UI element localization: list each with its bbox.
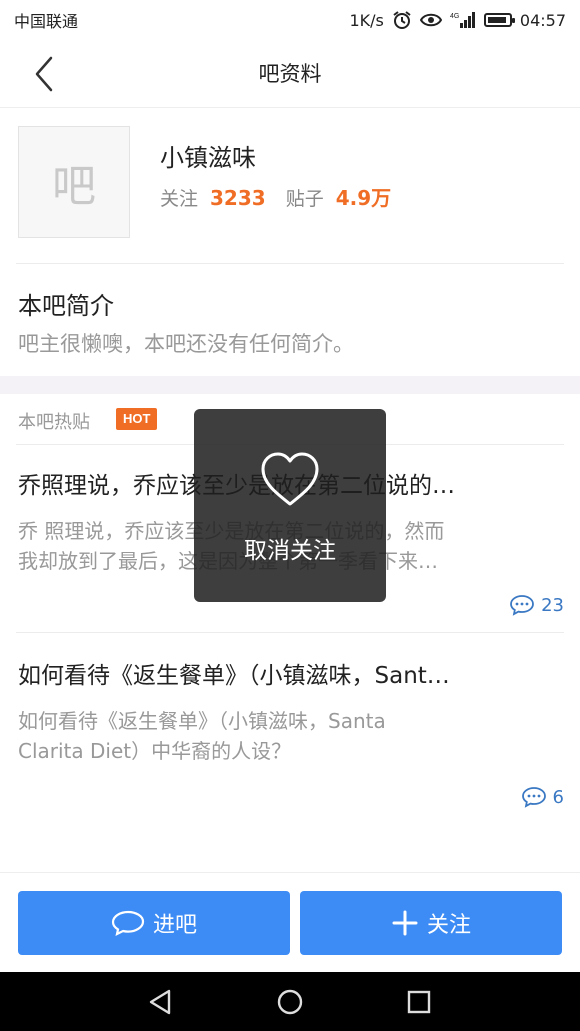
circle-home-icon [277,989,303,1015]
post-comment-count: 23 [509,594,564,616]
section-divider [0,376,580,394]
signal-icon: 4G [450,11,476,29]
intro-title: 本吧简介 [18,292,114,320]
action-bar: 进吧 关注 [0,872,580,972]
carrier-label: 中国联通 [14,12,79,31]
hot-post-item[interactable]: 如何看待《返生餐单》（小镇滋味，Sant… 如何看待《返生餐单》（小镇滋味，Sa… [0,656,580,826]
square-recents-icon [407,990,431,1014]
back-nav-button[interactable] [144,986,176,1018]
posts-label: 贴子 [285,188,324,210]
followers-label: 关注 [160,188,199,210]
follow-button[interactable]: 关注 [300,891,562,955]
post-comment-count: 6 [521,786,564,808]
chat-bubble-icon [111,910,145,936]
recents-nav-button[interactable] [403,986,435,1018]
divider [16,632,564,633]
nav-bar: 吧资料 [0,40,580,108]
hot-posts-label: 本吧热贴 [18,412,90,433]
toast-message: 取消关注 [244,538,336,564]
forum-avatar-text: 吧 [52,161,96,212]
battery-icon [483,13,515,27]
triangle-back-icon [149,989,171,1015]
hot-badge: HOT [116,408,158,430]
svg-text:4G: 4G [450,13,459,20]
forum-header: 吧 小镇滋味 关注 3233 贴子 4.9万 [0,108,580,263]
follow-label: 关注 [426,913,471,938]
back-button[interactable] [24,54,64,94]
forum-stats: 关注 3233 贴子 4.9万 [160,182,411,211]
chevron-left-icon [35,56,53,92]
post-excerpt: 如何看待《返生餐单》（小镇滋味，Santa Clarita Diet）中华裔的人… [18,709,386,763]
forum-intro: 本吧简介 吧主很懒噢，本吧还没有任何简介。 [0,264,580,376]
enter-forum-button[interactable]: 进吧 [18,891,290,955]
posts-count: 4.9万 [335,186,392,210]
post-title: 如何看待《返生餐单》（小镇滋味，Sant… [18,663,450,689]
eye-icon [419,12,442,28]
system-nav-bar [0,972,580,1031]
heart-outline-icon [261,452,319,506]
enter-forum-label: 进吧 [152,913,197,938]
forum-name: 小镇滋味 [160,144,256,172]
alarm-icon [392,10,412,30]
status-bar: 中国联通 1K/s 4G 04:57 [0,0,580,40]
followers-count: 3233 [210,186,266,210]
page-title: 吧资料 [258,62,322,86]
intro-text: 吧主很懒噢，本吧还没有任何简介。 [18,332,354,356]
forum-avatar: 吧 [18,126,130,238]
comment-icon [510,595,534,616]
network-speed: 1K/s [349,10,384,30]
status-icons: 1K/s 4G 04:57 [349,10,566,30]
unfollow-toast: 取消关注 [194,409,386,602]
plus-icon [392,910,418,936]
home-nav-button[interactable] [274,986,306,1018]
comment-icon [521,787,546,808]
clock: 04:57 [519,10,566,30]
